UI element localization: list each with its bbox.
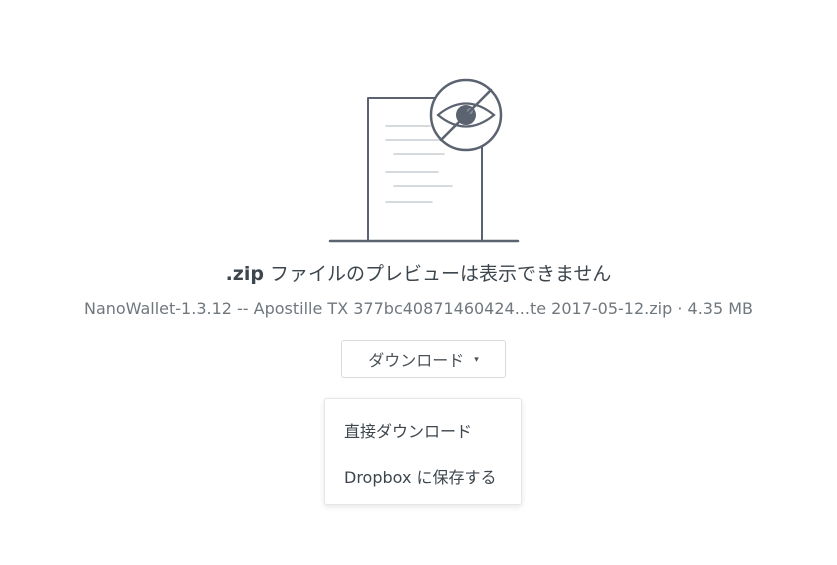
menu-item-save-to-dropbox[interactable]: Dropbox に保存する <box>344 464 497 488</box>
document-outline <box>367 97 441 241</box>
menu-item-direct-download[interactable]: 直接ダウンロード <box>344 418 472 442</box>
file-preview-page: .zip ファイルのプレビューは表示できません NanoWallet-1.3.1… <box>0 0 837 565</box>
download-dropdown-menu: 直接ダウンロード Dropbox に保存する <box>324 398 522 505</box>
file-name: NanoWallet-1.3.12 -- Apostille TX 377bc4… <box>83 299 673 318</box>
file-extension: .zip <box>225 263 264 285</box>
caret-down-icon: ▾ <box>474 355 479 365</box>
file-size: 4.35 MB <box>687 299 754 318</box>
no-preview-message: .zip ファイルのプレビューは表示できません <box>0 259 837 286</box>
meta-separator: · <box>672 299 688 318</box>
download-button-label: ダウンロード <box>368 351 465 370</box>
no-preview-text: ファイルのプレビューは表示できません <box>263 263 612 285</box>
file-info: NanoWallet-1.3.12 -- Apostille TX 377bc4… <box>0 299 837 318</box>
download-button[interactable]: ダウンロード ▾ <box>341 340 506 378</box>
no-preview-illustration <box>328 78 520 243</box>
hidden-eye-icon <box>429 78 503 152</box>
